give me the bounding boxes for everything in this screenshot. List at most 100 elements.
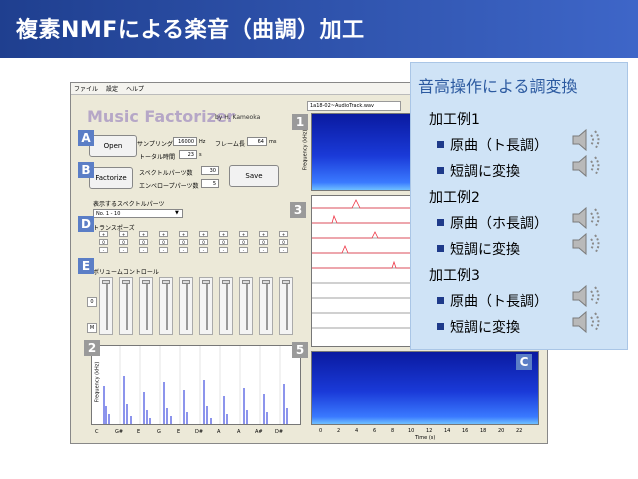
save-button[interactable]: Save xyxy=(229,165,279,187)
spectral-parts-plot xyxy=(91,345,301,425)
time-tick-4: 4 xyxy=(355,428,359,434)
display-parts-label: 表示するスペクトルパーツ xyxy=(93,201,165,208)
transpose-up-1[interactable]: + xyxy=(99,231,108,237)
volume-slider-3[interactable] xyxy=(139,277,153,335)
volume-slider-7[interactable] xyxy=(219,277,233,335)
transpose-down-6[interactable]: - xyxy=(199,247,208,253)
badge-e: E xyxy=(78,258,94,274)
time-tick-20: 20 xyxy=(498,428,505,434)
frame-input[interactable]: 64 xyxy=(247,137,267,146)
total-time-label: トータル時間 xyxy=(139,154,176,161)
volume-slider-1[interactable] xyxy=(99,277,113,335)
transpose-value-8: 0 xyxy=(239,239,248,245)
sampling-label: サンプリング xyxy=(137,141,173,148)
example-3-item-1: 原曲（ト長調） xyxy=(437,291,548,311)
transpose-down-7[interactable]: - xyxy=(219,247,228,253)
spectrogram-bottom xyxy=(311,351,539,425)
example-2-item-2-label: 短調に変換 xyxy=(450,242,520,258)
frame-label: フレーム長 xyxy=(215,141,245,148)
transpose-up-4[interactable]: + xyxy=(159,231,168,237)
note-label-5: E xyxy=(177,429,181,435)
time-tick-12: 12 xyxy=(426,428,433,434)
note-label-1: C xyxy=(95,429,99,435)
app-author: by H. Kameoka xyxy=(215,114,261,121)
chevron-down-icon[interactable]: ▼ xyxy=(175,210,179,216)
bullet-icon xyxy=(437,322,444,330)
time-tick-8: 8 xyxy=(391,428,395,434)
slide-title-bar: 複素NMFによる楽音（曲調）加工 xyxy=(0,0,638,58)
transpose-up-5[interactable]: + xyxy=(179,231,188,237)
open-button[interactable]: Open xyxy=(89,135,137,157)
transpose-down-2[interactable]: - xyxy=(119,247,128,253)
app-title: Music Factorizer xyxy=(87,107,235,126)
transpose-down-1[interactable]: - xyxy=(99,247,108,253)
file-name-field[interactable]: 1a18-02~AudioTrack.wav xyxy=(307,101,401,111)
volume-slider-2[interactable] xyxy=(119,277,133,335)
example-1-item-1-label: 原曲（ト長調） xyxy=(450,138,548,154)
bullet-icon xyxy=(437,140,444,148)
envelope-parts-input[interactable]: 5 xyxy=(201,179,219,188)
transpose-value-9: 0 xyxy=(259,239,268,245)
volume-slider-8[interactable] xyxy=(239,277,253,335)
transpose-up-9[interactable]: + xyxy=(259,231,268,237)
volume-slider-6[interactable] xyxy=(199,277,213,335)
badge-b: B xyxy=(78,162,94,178)
example-3-item-2: 短調に変換 xyxy=(437,317,520,337)
time-tick-6: 6 xyxy=(373,428,377,434)
frame-unit: ms xyxy=(269,139,277,145)
factorize-button[interactable]: Factorize xyxy=(89,167,133,189)
transpose-down-8[interactable]: - xyxy=(239,247,248,253)
transpose-up-7[interactable]: + xyxy=(219,231,228,237)
sampling-input[interactable]: 16000 xyxy=(173,137,197,146)
volume-slider-9[interactable] xyxy=(259,277,273,335)
transpose-down-3[interactable]: - xyxy=(139,247,148,253)
badge-3: 3 xyxy=(290,202,306,218)
example-1-title: 加工例1 xyxy=(429,112,480,128)
example-2-item-1-label: 原曲（ホ長調） xyxy=(450,216,548,232)
transpose-down-4[interactable]: - xyxy=(159,247,168,253)
transpose-down-9[interactable]: - xyxy=(259,247,268,253)
menu-help[interactable]: ヘルプ xyxy=(126,84,144,93)
time-tick-22: 22 xyxy=(516,428,523,434)
transpose-value-5: 0 xyxy=(179,239,188,245)
example-2-item-2: 短調に変換 xyxy=(437,239,520,259)
transpose-up-8[interactable]: + xyxy=(239,231,248,237)
time-tick-16: 16 xyxy=(462,428,469,434)
menu-settings[interactable]: 設定 xyxy=(106,84,118,93)
transpose-down-5[interactable]: - xyxy=(179,247,188,253)
spectral-parts-input[interactable]: 30 xyxy=(201,166,219,175)
transpose-value-6: 0 xyxy=(199,239,208,245)
badge-5: 5 xyxy=(292,342,308,358)
volume-slider-5[interactable] xyxy=(179,277,193,335)
left-button-mute[interactable]: M xyxy=(87,323,97,333)
example-3-item-2-label: 短調に変換 xyxy=(450,320,520,336)
speaker-icon[interactable] xyxy=(571,307,607,337)
note-label-10: D# xyxy=(275,429,284,435)
spectral-parts-label: スペクトルパーツ数 xyxy=(139,170,193,177)
time-tick-18: 18 xyxy=(480,428,487,434)
menu-file[interactable]: ファイル xyxy=(74,84,98,93)
transpose-up-6[interactable]: + xyxy=(199,231,208,237)
note-label-4: G xyxy=(157,429,161,435)
transpose-value-2: 0 xyxy=(119,239,128,245)
speaker-icon[interactable] xyxy=(571,229,607,259)
volume-control-label: ボリュームコントロール xyxy=(93,269,159,276)
volume-slider-10[interactable] xyxy=(279,277,293,335)
note-label-6: D# xyxy=(195,429,204,435)
note-label-9: A# xyxy=(255,429,263,435)
envelope-svg xyxy=(312,199,410,329)
left-button-zero[interactable]: 0 xyxy=(87,297,97,307)
transpose-up-2[interactable]: + xyxy=(119,231,128,237)
panel-heading: 音高操作による調変換 xyxy=(418,77,578,96)
example-1-item-2-label: 短調に変換 xyxy=(450,164,520,180)
speaker-icon[interactable] xyxy=(571,151,607,181)
transpose-down-10[interactable]: - xyxy=(279,247,288,253)
freq-axis-label-top: Frequency (kHz) xyxy=(302,129,309,171)
volume-slider-4[interactable] xyxy=(159,277,173,335)
slide-title: 複素NMFによる楽音（曲調）加工 xyxy=(16,18,365,43)
time-tick-2: 2 xyxy=(337,428,341,434)
display-parts-select[interactable]: No. 1 - 10 xyxy=(93,209,183,218)
transpose-up-3[interactable]: + xyxy=(139,231,148,237)
transpose-up-10[interactable]: + xyxy=(279,231,288,237)
badge-a: A xyxy=(78,130,94,146)
